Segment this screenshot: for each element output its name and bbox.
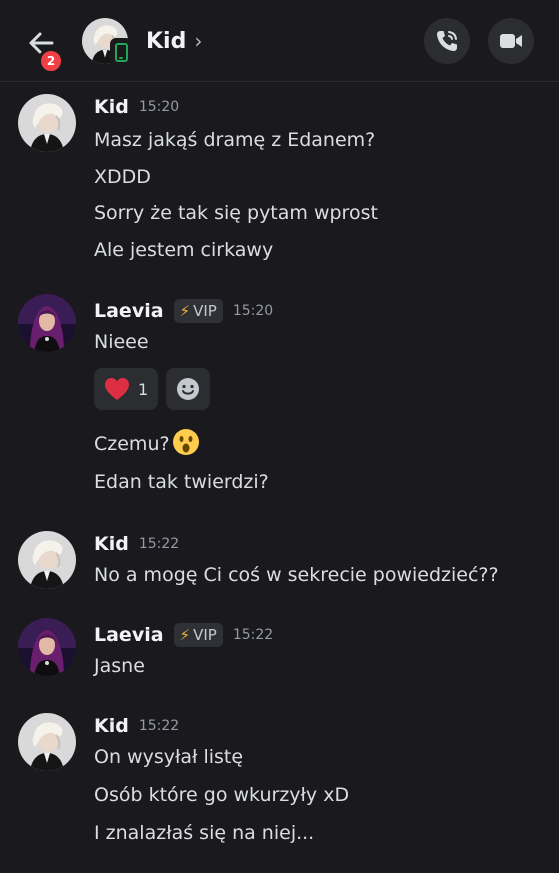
message-text: Masz jakąś dramę z Edanem? bbox=[94, 129, 376, 151]
message-meta: Laevia ⚡ VIP 15:22 bbox=[94, 622, 273, 648]
message-text: Edan tak twierdzi? bbox=[94, 471, 269, 493]
back-button[interactable]: 2 bbox=[22, 24, 68, 74]
role-badge[interactable]: ⚡ VIP bbox=[173, 623, 223, 647]
role-badge-label: VIP bbox=[193, 302, 217, 320]
avatar[interactable] bbox=[18, 94, 76, 152]
avatar[interactable] bbox=[18, 531, 76, 589]
avatar[interactable] bbox=[18, 294, 76, 352]
author-name[interactable]: Kid bbox=[94, 715, 129, 737]
avatar-laevia bbox=[18, 618, 76, 676]
message-text: Jasne bbox=[94, 655, 145, 677]
author-name[interactable]: Laevia bbox=[94, 624, 164, 646]
message-text: On wysyłał listę bbox=[94, 746, 244, 768]
reactions-bar: 1 bbox=[94, 368, 211, 410]
author-name[interactable]: Laevia bbox=[94, 300, 164, 322]
reaction-heart[interactable]: 1 bbox=[94, 368, 159, 410]
avatar-laevia bbox=[18, 294, 76, 352]
message-text: No a mogę Ci coś w sekrecie powiedzieć?? bbox=[94, 564, 499, 586]
message-text: Osób które go wkurzyły xD bbox=[94, 784, 350, 806]
message-text: Czemu? bbox=[94, 428, 200, 456]
mobile-online-icon bbox=[110, 38, 132, 66]
role-badge-label: VIP bbox=[193, 626, 217, 644]
unread-badge: 2 bbox=[38, 48, 64, 74]
channel-title[interactable]: Kid › bbox=[146, 26, 202, 56]
message-meta: Kid 15:22 bbox=[94, 713, 179, 739]
timestamp: 15:22 bbox=[138, 718, 180, 734]
message-text-content: Czemu? bbox=[94, 433, 170, 455]
message-text: I znalazłaś się na niej... bbox=[94, 822, 315, 844]
author-name[interactable]: Kid bbox=[94, 96, 129, 118]
timestamp: 15:22 bbox=[138, 536, 180, 552]
role-badge[interactable]: ⚡ VIP bbox=[173, 299, 223, 323]
timestamp: 15:20 bbox=[138, 99, 180, 115]
video-call-button[interactable] bbox=[488, 18, 534, 64]
header-avatar[interactable] bbox=[82, 18, 132, 66]
voice-call-button[interactable] bbox=[424, 18, 470, 64]
add-reaction-button[interactable] bbox=[166, 368, 211, 410]
message-text: Ale jestem cirkawy bbox=[94, 239, 274, 261]
avatar-kid bbox=[18, 94, 76, 152]
message-text: Nieee bbox=[94, 331, 149, 353]
heart-emoji-icon bbox=[105, 378, 129, 400]
avatar[interactable] bbox=[18, 618, 76, 676]
avatar-kid bbox=[18, 531, 76, 589]
lightning-icon: ⚡ bbox=[179, 302, 191, 320]
chat-header: 2 Kid › bbox=[0, 0, 559, 82]
smiley-add-icon bbox=[177, 378, 200, 400]
message-text: XDDD bbox=[94, 166, 151, 188]
lightning-icon: ⚡ bbox=[179, 626, 191, 644]
phone-call-icon bbox=[437, 31, 457, 51]
avatar[interactable] bbox=[18, 713, 76, 771]
timestamp: 15:22 bbox=[232, 627, 274, 643]
avatar-kid bbox=[18, 713, 76, 771]
message-meta: Laevia ⚡ VIP 15:20 bbox=[94, 298, 273, 324]
channel-name: Kid bbox=[146, 28, 187, 54]
astonished-emoji-icon bbox=[172, 428, 200, 456]
chevron-right-icon: › bbox=[194, 29, 203, 53]
message-meta: Kid 15:22 bbox=[94, 531, 179, 557]
reaction-count: 1 bbox=[138, 379, 149, 399]
video-camera-icon bbox=[500, 34, 522, 48]
message-text: Sorry że tak się pytam wprost bbox=[94, 202, 378, 224]
message-meta: Kid 15:20 bbox=[94, 94, 179, 120]
author-name[interactable]: Kid bbox=[94, 533, 129, 555]
timestamp: 15:20 bbox=[232, 303, 274, 319]
